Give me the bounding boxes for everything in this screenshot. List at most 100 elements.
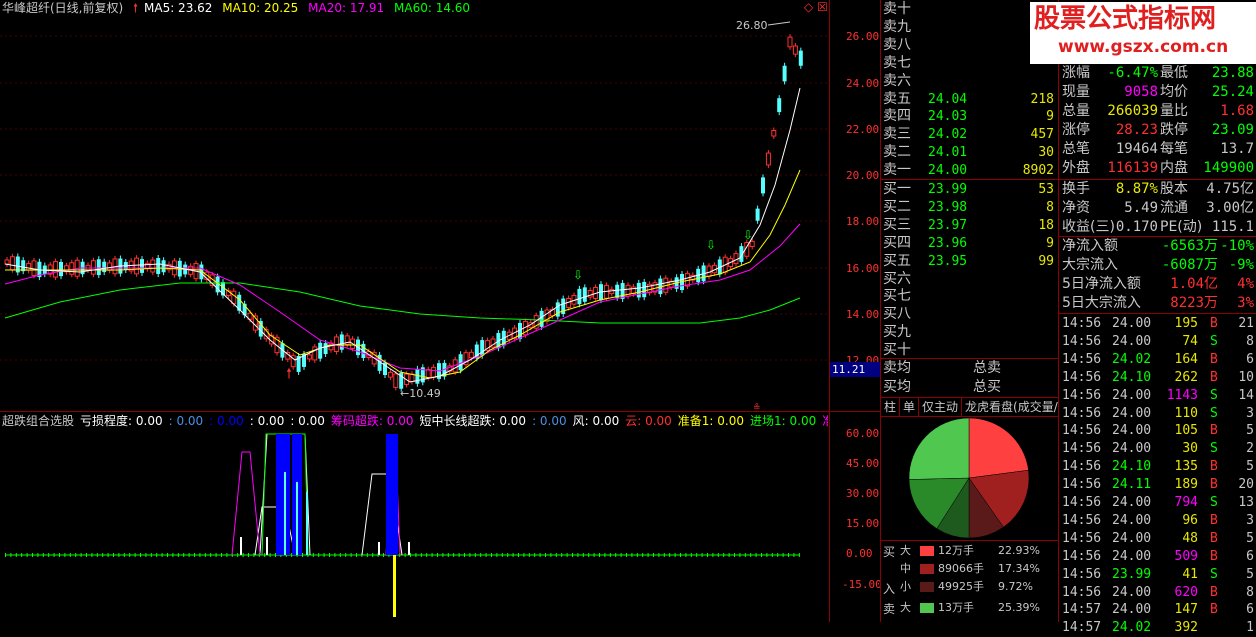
ma5-line [4,87,801,383]
zero-dot [464,553,465,557]
tick-row[interactable]: 14:56 24.00 96 B 3 [1060,512,1256,530]
indicator-chart[interactable] [0,412,830,622]
zero-dot [582,553,584,557]
tick-row[interactable]: 14:57 24.00 147 B 6 [1060,601,1256,619]
tick-time: 14:56 [1062,369,1102,385]
flow-amount: 13万手 [938,601,974,614]
zero-dot [491,553,492,557]
zero-dot [620,553,622,557]
ind-tick: 15.00 [846,517,880,530]
tick-time: 14:56 [1062,530,1102,546]
candle [771,130,777,137]
zero-dot [615,553,617,557]
watermark-url: www.gszx.com.cn [1058,37,1229,57]
flow-value: 8223万 [1170,295,1218,311]
stat-value: 3.00亿 [1206,200,1254,216]
candle [777,98,782,113]
price-chart[interactable]: ←10.49 26.80 🠕 ↑ ⇩ ⇩ ⇩ ≗ [0,0,830,410]
tick-row[interactable]: 14:56 23.99 41 S 5 [1060,566,1256,584]
buy-total-label: 总买 [973,379,1001,395]
zero-dot [264,553,266,557]
zero-dot [771,553,773,557]
zero-dot [674,553,676,557]
zero-dot [712,553,714,557]
watermark: 股票公式指标网 www.gszx.com.cn [1030,2,1256,64]
buy_orders-order-row[interactable]: 买二 23.98 8 [883,198,1058,217]
buy_orders-order-row[interactable]: 买七 [883,287,1058,306]
candle [415,368,420,384]
tick-direction: B [1210,584,1218,600]
candle [140,259,144,273]
tick-time: 14:56 [1062,333,1102,349]
order-level-label: 买二 [883,198,911,215]
tick-row[interactable]: 14:56 24.00 110 S 3 [1060,405,1256,423]
tab-2[interactable]: 仅主动 [919,398,963,416]
signal-cyan-bar-2 [296,482,298,555]
tick-direction: B [1210,351,1218,367]
tick-row[interactable]: 14:56 24.00 74 S 8 [1060,333,1256,351]
tick-volume: 147 [1174,602,1198,618]
order-volume: 30 [1038,145,1054,161]
zero-dot [177,553,179,557]
tick-row[interactable]: 14:56 24.00 509 B 6 [1060,548,1256,566]
zero-dot [183,553,185,557]
candle [798,50,803,66]
candle [9,256,15,271]
sell_orders-order-row[interactable]: 卖三 24.02 457 [883,125,1058,144]
tick-row[interactable]: 14:56 24.00 30 S 2 [1060,440,1256,458]
tick-row[interactable]: 14:56 24.10 262 B 10 [1060,369,1256,387]
tick-row[interactable]: 14:56 24.00 1143 S 14 [1060,387,1256,405]
flow-percent: 25.39% [998,601,1040,614]
buy_orders-order-row[interactable]: 买九 [883,323,1058,342]
sell_orders-order-row[interactable]: 卖一 24.00 8902 [883,161,1058,180]
candle [582,287,587,302]
tick-row[interactable]: 14:56 24.02 164 B 6 [1060,351,1256,369]
flow-value: 1.04亿 [1170,276,1218,292]
avg-row-sell: 卖均 总卖 [883,359,1058,378]
zero-dot [437,553,438,557]
tick-row[interactable]: 14:56 24.00 794 S 13 [1060,494,1256,512]
buy_orders-order-row[interactable]: 买十 [883,341,1058,360]
tab-0[interactable]: 柱 [881,398,901,416]
tick-row[interactable]: 14:56 24.11 189 B 20 [1060,476,1256,494]
tick-count: 3 [1246,512,1254,528]
zero-dot [642,553,644,557]
zero-dot [518,553,519,557]
tick-row[interactable]: 14:56 24.10 135 B 5 [1060,458,1256,476]
zero-dot [302,553,303,557]
price-tick: 26.00 [846,30,880,43]
tick-price: 24.00 [1112,530,1152,546]
buy_orders-order-row[interactable]: 买四 23.96 9 [883,234,1058,253]
candle [642,281,647,298]
zero-dot [5,553,6,557]
down-signal-icon-3: ⇩ [743,228,753,242]
zero-dot [350,553,352,557]
sell_orders-order-row[interactable]: 卖四 24.03 9 [883,107,1058,126]
tick-direction: S [1210,441,1218,457]
tab-1[interactable]: 单 [900,398,920,416]
tab-3[interactable]: 龙虎看盘(成交量/按 [962,398,1058,416]
low-annotation: ←10.49 [400,387,441,400]
buy_orders-order-row[interactable]: 买五 23.95 99 [883,252,1058,271]
zero-dot [485,553,487,557]
sell_orders-order-row[interactable]: 卖二 24.01 30 [883,143,1058,162]
stat-label: 换手 [1062,181,1090,197]
buy_orders-order-row[interactable]: 买六 [883,270,1058,289]
buy-avg-label: 买均 [883,379,911,395]
tick-direction: S [1210,495,1218,510]
order-level-label: 卖五 [883,90,911,107]
buy_orders-order-row[interactable]: 买三 23.97 18 [883,216,1058,235]
tick-row[interactable]: 14:56 24.00 48 B 5 [1060,530,1256,548]
sell_orders-order-row[interactable]: 卖五 24.04 218 [883,90,1058,109]
tick-direction: S [1210,333,1218,349]
buy_orders-order-row[interactable]: 买八 [883,305,1058,324]
buy_orders-order-row[interactable]: 买一 23.99 53 [883,180,1058,199]
sell_orders-order-row[interactable]: 卖六 [883,72,1058,91]
tick-row[interactable]: 14:56 24.00 195 B 21 [1060,315,1256,333]
zero-dot [59,553,60,557]
panel-tabs: 柱单仅主动龙虎看盘(成交量/按 [881,398,1058,416]
flow-swatch [920,564,934,574]
zero-dot [474,553,476,557]
tick-row[interactable]: 14:56 24.00 105 B 5 [1060,422,1256,440]
tick-row[interactable]: 14:56 24.00 620 B 8 [1060,584,1256,602]
